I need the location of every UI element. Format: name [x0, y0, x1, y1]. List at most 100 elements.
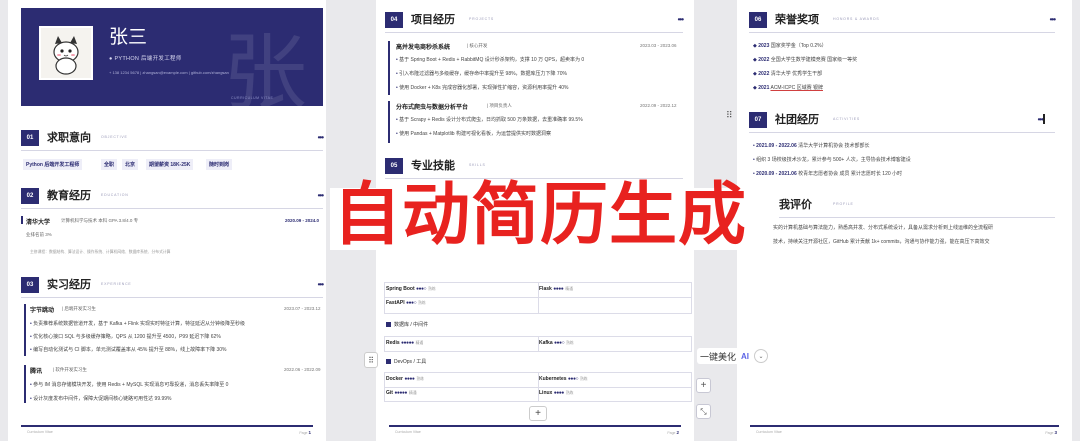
section-objective[interactable]: 01 求职意向 OBJECTIVE ••• [21, 130, 324, 151]
honor-year: 2023 [758, 43, 770, 49]
project-date: 2022.09 - 2022.12 [640, 103, 677, 108]
category-square-icon [386, 359, 391, 365]
resume-page-1: 张 张三 ● PYTHON 后端开发工程师 + 138 1234 5678 | … [8, 0, 326, 441]
objective-tag: 全职 [101, 159, 118, 170]
project-name: 分布式爬虫与数据分析平台 [396, 105, 469, 111]
resize-icon[interactable]: ⤡ [696, 404, 711, 419]
section-title: 社团经历 [775, 113, 819, 126]
entry-marker [388, 101, 390, 143]
section-number: 01 [21, 130, 39, 146]
job-item: 优化核心接口 SQL 与多级缓存策略，QPS 从 1200 提升至 4500，P… [33, 334, 221, 340]
section-subtitle: SKILLS [469, 163, 486, 167]
resume-page-3: 06 荣誉奖项 HONORS & AWARDS ••• ◆ 2023 国家奖学金… [737, 0, 1072, 441]
page-number: 3 [1054, 430, 1057, 435]
cat-avatar-icon [41, 28, 91, 78]
school-name: 清华大学 [26, 220, 51, 226]
honor-year: 2021 [758, 85, 770, 91]
education-detail: 计算机科学与技术 本科 GPA 3.8/4.0 专 [61, 218, 139, 223]
section-projects[interactable]: 04 项目经历 PROJECTS ••• [385, 12, 684, 33]
education-date: 2020.09 - 2024.0 [285, 218, 320, 223]
footer-label: Curriculum Vitae [756, 430, 782, 434]
entry-marker [388, 41, 390, 95]
objective-tag: 期望薪资 18K-25K [146, 159, 194, 170]
chevron-down-icon[interactable]: ⌄ [754, 349, 769, 363]
page-number: 2 [676, 430, 679, 435]
section-more-icon[interactable]: ••• [1050, 15, 1056, 24]
profile-line: 实的计算机基础与算法能力，熟悉高并发、分布式系统设计，具备从需求分析到上线运维的… [773, 225, 994, 231]
section-activities[interactable]: 07 社团经历 ACTIVITIES ••• [749, 112, 1055, 133]
ai-beautify-button[interactable]: 一键美化 AI ⌄ [697, 348, 772, 364]
section-more-icon[interactable]: ••• [318, 133, 324, 142]
section-subtitle: PROFILE [833, 202, 854, 206]
section-education[interactable]: 02 教育经历 EDUCATION ••• [21, 188, 324, 209]
add-block-button[interactable]: + [529, 406, 547, 421]
skill-category: DevOps / 工具 [386, 358, 426, 365]
section-honors[interactable]: 06 荣誉奖项 HONORS & AWARDS ••• [749, 12, 1056, 33]
project-item: 引入布隆过滤器与多级缓存，缓存命中率提升至 98%，数据库压力下降 70% [399, 71, 567, 77]
section-subtitle: PROJECTS [469, 17, 495, 21]
job-item: 参与 IM 消息存储模块开发，使用 Redis + MySQL 实现消息可靠投递… [33, 382, 229, 388]
section-more-icon[interactable]: ••• [318, 280, 324, 289]
honor-text: 清华大学 优秀学生干部 [770, 71, 823, 77]
page-footer: Curriculum Vitae Page 1 [21, 425, 313, 437]
honor-text: ACM-ICPC 区域赛 银牌 [770, 85, 823, 91]
section-title: 我评价 [779, 198, 812, 211]
promo-title: 自动简历生成 [332, 176, 747, 255]
job-item: 负责推荐系统数据管道开发，基于 Kafka + Flink 实现实时特征计算，特… [33, 321, 245, 327]
activity-text: 校青年志愿者协会 成员 累计志愿时长 120 小时 [798, 171, 903, 177]
objective-tag: 北京 [122, 159, 139, 170]
footer-label: Curriculum Vitae [27, 430, 53, 434]
project-role: 项目负责人 [489, 103, 512, 108]
watermark-char: 张 [222, 24, 307, 106]
job-role: 后端开发实习生 [64, 306, 96, 311]
candidate-name: 张三 [109, 26, 148, 48]
education-courses: 主修课程：数据结构、算法设计、操作系统、计算机网络、数据库系统、分布式计算 [30, 250, 171, 254]
section-more-icon[interactable]: ••• [678, 15, 684, 24]
section-number: 04 [385, 12, 403, 28]
skill-item: Kafka ●●●○ 熟练 [539, 340, 574, 346]
add-page-button[interactable]: + [696, 378, 711, 393]
section-profile[interactable]: 我评价 PROFILE [749, 197, 1055, 218]
project-name: 高并发电商秒杀系统 [396, 45, 451, 51]
project-item: 基于 Spring Boot + Redis + RabbitMQ 设计秒杀架构… [399, 57, 585, 63]
section-divider [385, 32, 683, 33]
objective-tag: Python 后端开发工程师 [23, 159, 83, 170]
section-number: 06 [749, 12, 767, 28]
page-footer: Curriculum Vitae Page 2 [389, 425, 681, 437]
beautify-label: 一键美化 [700, 351, 737, 362]
section-number: 02 [21, 188, 39, 204]
entry-marker [24, 304, 26, 356]
activity-date: 2020.09 - 2021.06 [756, 171, 797, 177]
activity-text: 清华大学计算机协会 技术部部长 [798, 143, 870, 149]
honor-text: 全国大学生数学建模竞赛 国家级一等奖 [770, 57, 858, 63]
skill-item: Docker ●●●● 熟练 [386, 376, 425, 382]
section-subtitle: OBJECTIVE [101, 135, 128, 139]
skill-category: 数据库 / 中间件 [386, 321, 428, 328]
category-square-icon [386, 322, 391, 328]
job-role: 软件开发实习生 [55, 367, 87, 372]
section-divider [749, 132, 1055, 133]
section-subtitle: ACTIVITIES [833, 117, 861, 121]
skill-item: Kubernetes ●●●○ 熟练 [539, 376, 588, 382]
skill-item: Git ●●●●● 精通 [386, 390, 417, 396]
section-experience[interactable]: 03 实习经历 EXPERIENCE ••• [21, 277, 324, 298]
section-divider [749, 32, 1055, 33]
project-item: 使用 Docker + K8s 完成容器化部署，实现弹性扩缩容，资源利用率提升 … [399, 85, 569, 91]
skills-grid-db [384, 336, 692, 352]
section-subtitle: HONORS & AWARDS [833, 17, 880, 21]
drag-handle-icon[interactable]: ⠿ [364, 352, 378, 368]
project-item: 基于 Scrapy + Redis 设计分布式爬虫，日均抓取 500 万条数据，… [399, 117, 583, 123]
text-cursor [1043, 114, 1045, 124]
drag-handle-icon[interactable]: ⠿ [726, 110, 733, 121]
section-more-icon[interactable]: ••• [318, 191, 324, 200]
banner-footnote: CURRICULUM VITAE [231, 96, 274, 100]
education-detail-2: 业排名前 3% [26, 232, 52, 237]
promo-overlay: 自动简历生成 [330, 168, 750, 288]
honor-year: 2022 [758, 57, 770, 63]
section-subtitle: EXPERIENCE [101, 282, 132, 286]
skill-item: FastAPI ●●●○ 熟练 [386, 300, 426, 306]
entry-marker [24, 365, 26, 403]
page-number: 1 [308, 430, 311, 435]
avatar[interactable] [39, 26, 93, 80]
section-title: 求职意向 [47, 131, 91, 144]
